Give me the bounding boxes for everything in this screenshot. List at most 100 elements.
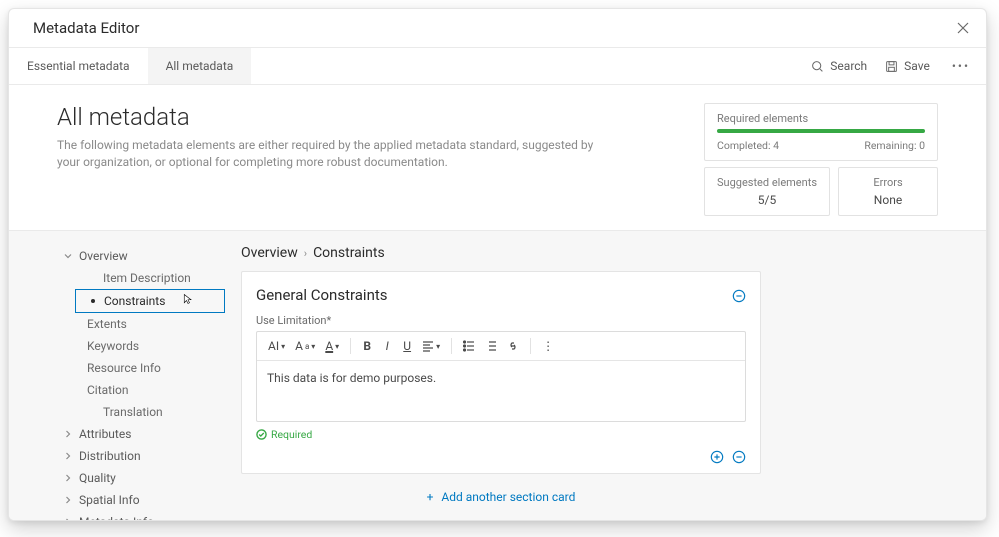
progress-bar — [717, 129, 925, 133]
tabs: Essential metadata All metadata — [9, 48, 251, 84]
nav-resource-label: Resource Info — [87, 361, 161, 375]
nav-keywords[interactable]: Keywords — [75, 335, 225, 357]
required-stat: Required elements Completed: 4 Remaining… — [704, 103, 938, 161]
chevron-down-icon: ▾ — [281, 342, 285, 351]
font-color-button[interactable]: A▾ — [322, 337, 342, 355]
add-section-button[interactable]: + Add another section card — [241, 482, 761, 512]
required-label: Required elements — [717, 112, 925, 125]
rte-more-button[interactable]: ⋮ — [539, 337, 557, 355]
nav-overview[interactable]: Overview — [57, 245, 225, 267]
remaining-count: Remaining: 0 — [864, 139, 925, 152]
more-button[interactable]: ••• — [948, 59, 974, 73]
required-indicator: Required — [256, 428, 746, 441]
hero-text: All metadata The following metadata elem… — [57, 103, 617, 171]
separator — [530, 338, 531, 354]
constraint-card: General Constraints Use Limitation* AI▾ … — [241, 271, 761, 474]
close-button[interactable] — [956, 21, 970, 35]
cursor-icon — [182, 293, 194, 305]
nav-tree: Overview Item Description Constraints Ex… — [57, 245, 225, 506]
italic-button[interactable]: I — [379, 337, 395, 355]
required-text: Required — [271, 428, 312, 441]
number-list-button[interactable] — [482, 338, 500, 354]
search-label: Search — [830, 59, 867, 73]
nav-overview-children: Item Description Constraints Extents Key… — [57, 267, 225, 423]
remove-field-button[interactable] — [732, 449, 746, 463]
content: Overview Item Description Constraints Ex… — [9, 231, 986, 520]
separator — [350, 338, 351, 354]
save-button[interactable]: Save — [885, 59, 930, 73]
search-button[interactable]: Search — [811, 59, 867, 73]
rte-toolbar: AI▾ Aa▾ A▾ B I U ▾ — [257, 332, 745, 361]
nav-quality-label: Quality — [79, 471, 116, 485]
nav-extents[interactable]: Extents — [75, 313, 225, 335]
align-button[interactable]: ▾ — [419, 338, 443, 354]
nav-item-description[interactable]: Item Description — [75, 267, 225, 289]
nav-attributes-label: Attributes — [79, 427, 131, 441]
nav-extents-label: Extents — [87, 317, 127, 331]
plus-icon: + — [427, 490, 434, 504]
errors-stat: Errors None — [838, 167, 938, 216]
nav-spatial-label: Spatial Info — [79, 493, 140, 507]
chevron-right-icon — [63, 495, 73, 505]
chevron-right-icon: › — [304, 247, 307, 260]
nav-resource-info[interactable]: Resource Info — [75, 357, 225, 379]
chevron-right-icon — [63, 451, 73, 461]
completed-count: Completed: 4 — [717, 139, 779, 152]
field-label: Use Limitation* — [256, 314, 746, 327]
use-limitation-input[interactable]: This data is for demo purposes. — [257, 361, 745, 421]
rich-text-editor: AI▾ Aa▾ A▾ B I U ▾ — [256, 331, 746, 422]
remove-card-button[interactable] — [732, 288, 746, 302]
link-button[interactable] — [504, 338, 522, 354]
bullet-list-button[interactable] — [460, 338, 478, 354]
tab-all[interactable]: All metadata — [148, 48, 252, 84]
card-title: General Constraints — [256, 286, 388, 304]
chevron-down-icon: ▾ — [436, 342, 440, 351]
font-size-button[interactable]: Aa▾ — [292, 337, 318, 355]
nav-constraints[interactable]: Constraints — [75, 289, 225, 313]
separator — [451, 338, 452, 354]
nav-spatial-info[interactable]: Spatial Info — [57, 489, 225, 511]
suggested-stat: Suggested elements 5/5 — [704, 167, 830, 216]
nav-metadata-label: Metadata Info — [79, 515, 154, 520]
body: All metadata The following metadata elem… — [9, 85, 986, 520]
chevron-right-icon — [63, 429, 73, 439]
nav-metadata-info[interactable]: Metadata Info — [57, 511, 225, 520]
nav-distribution[interactable]: Distribution — [57, 445, 225, 467]
errors-label: Errors — [851, 176, 925, 189]
add-section-label: Add another section card — [441, 490, 575, 504]
nav-attributes[interactable]: Attributes — [57, 423, 225, 445]
font-family-button[interactable]: AI▾ — [265, 337, 288, 355]
window-title: Metadata Editor — [33, 19, 139, 37]
chevron-right-icon — [63, 473, 73, 483]
chevron-down-icon: ▾ — [335, 342, 339, 351]
card-actions — [256, 449, 746, 463]
nav-overview-label: Overview — [79, 249, 128, 263]
nav-citation-label: Citation — [87, 383, 129, 397]
nav-constraints-label: Constraints — [104, 294, 165, 308]
stats-panel: Required elements Completed: 4 Remaining… — [704, 103, 938, 216]
bold-button[interactable]: B — [359, 337, 375, 355]
nav-quality[interactable]: Quality — [57, 467, 225, 489]
save-icon — [885, 60, 898, 73]
toolbar: Essential metadata All metadata Search S… — [9, 48, 986, 85]
nav-translation[interactable]: Translation — [75, 401, 225, 423]
breadcrumb: Overview › Constraints — [241, 245, 761, 261]
chevron-down-icon — [63, 251, 73, 261]
breadcrumb-root[interactable]: Overview — [241, 245, 298, 261]
underline-button[interactable]: U — [399, 337, 415, 355]
page-title: All metadata — [57, 103, 617, 131]
add-field-button[interactable] — [710, 449, 724, 463]
suggested-value: 5/5 — [717, 193, 817, 207]
card-header: General Constraints — [256, 286, 746, 304]
errors-value: None — [851, 193, 925, 207]
chevron-down-icon: ▾ — [311, 342, 315, 351]
chevron-right-icon — [63, 517, 73, 520]
tab-essential[interactable]: Essential metadata — [9, 48, 148, 84]
search-icon — [811, 60, 824, 73]
nav-citation[interactable]: Citation — [75, 379, 225, 401]
page-description: The following metadata elements are eith… — [57, 137, 617, 171]
breadcrumb-leaf: Constraints — [313, 245, 385, 261]
suggested-label: Suggested elements — [717, 176, 817, 189]
hero: All metadata The following metadata elem… — [9, 85, 986, 231]
toolbar-actions: Search Save ••• — [811, 59, 974, 73]
